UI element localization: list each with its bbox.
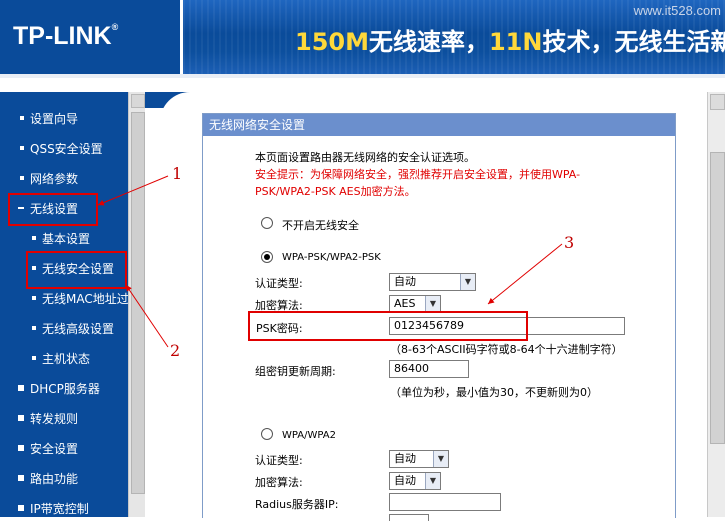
auth-type-label: 认证类型: [255,277,303,290]
intro-text: 本页面设置路由器无线网络的安全认证选项。 [255,151,475,164]
enc2-label: 加密算法: [255,476,303,489]
banner-slogan: 150M无线速率，11N技术，无线生活新 [295,28,725,56]
radio-wpa[interactable] [261,428,273,440]
highlight-box-psk [248,311,528,341]
bullet-icon [20,116,24,120]
sidebar-item-security[interactable]: 安全设置 [0,437,128,459]
renew-hint: （单位为秒，最小值为30，不更新则为0） [390,386,598,399]
sidebar-item-setup-wizard[interactable]: 设置向导 [0,107,128,129]
scroll-up-icon[interactable] [131,94,145,108]
plus-icon [18,385,24,391]
sidebar-item-bandwidth[interactable]: IP带宽控制 [0,497,128,517]
banner: 150M无线速率，11N技术，无线生活新 www.it528.com [183,0,725,74]
radio-no-security[interactable] [261,217,273,229]
chevron-down-icon: ▼ [425,473,440,489]
plus-icon [18,415,24,421]
psk-hint: （8-63个ASCII码字符或8-64个十六进制字符） [390,343,623,356]
chevron-down-icon: ▼ [433,451,448,467]
bullet-icon [32,326,36,330]
scrollbar-thumb[interactable] [131,112,145,494]
group-key-renew-input[interactable]: 86400 [389,360,469,378]
radius-ip-label: Radius服务器IP: [255,498,339,511]
sidebar-item-routing[interactable]: 路由功能 [0,467,128,489]
plus-icon [18,505,24,511]
sidebar-item-network[interactable]: 网络参数 [0,167,128,189]
watermark: www.it528.com [633,3,721,18]
chevron-down-icon: ▼ [460,274,475,290]
sidebar-item-qss[interactable]: QSS安全设置 [0,137,128,159]
sidebar-item-wireless-basic[interactable]: 基本设置 [0,227,128,249]
radio-wpa-psk[interactable] [261,251,273,263]
plus-icon [18,445,24,451]
bullet-icon [32,356,36,360]
sidebar-item-host-status[interactable]: 主机状态 [0,347,128,369]
main-scrollbar[interactable] [707,92,725,517]
scrollbar-thumb[interactable] [710,152,725,444]
highlight-box-wireless-security [26,251,127,289]
logo-area: TP-LINK® [0,0,180,77]
chevron-down-icon: ▼ [425,296,440,312]
enc2-select[interactable]: 自动 ▼ [389,472,441,490]
warning-line2: PSK/WPA2-PSK AES加密方法。 [255,185,416,198]
annotation-1: 1 [172,164,183,183]
annotation-2: 2 [170,341,181,360]
radio-wpa-psk-label: WPA-PSK/WPA2-PSK [282,252,381,263]
auth2-type-label: 认证类型: [255,454,303,467]
sidebar-item-wireless-mac-filter[interactable]: 无线MAC地址过滤 [0,287,128,309]
group-key-renew-label: 组密钥更新周期: [255,365,336,378]
bullet-icon [32,296,36,300]
scroll-up-icon[interactable] [710,94,725,110]
radio-no-security-label: 不开启无线安全 [282,219,359,232]
radius-ip-input[interactable] [389,493,501,511]
tp-link-logo: TP-LINK® [13,22,119,50]
sidebar-scrollbar[interactable] [128,92,145,517]
panel-title: 无线网络安全设置 [203,114,675,136]
radio-wpa-label: WPA/WPA2 [282,430,336,441]
sidebar-item-wireless-advanced[interactable]: 无线高级设置 [0,317,128,339]
warning-line1: 安全提示：为保障网络安全，强烈推荐开启安全设置，并使用WPA- [255,168,581,181]
sidebar-item-dhcp[interactable]: DHCP服务器 [0,377,128,399]
auth2-type-select[interactable]: 自动 ▼ [389,450,449,468]
bullet-icon [20,176,24,180]
bullet-icon [32,236,36,240]
annotation-3: 3 [564,233,575,252]
plus-icon [18,475,24,481]
bullet-icon [20,146,24,150]
highlight-box-wireless [8,193,98,226]
auth-type-select[interactable]: 自动 ▼ [389,273,476,291]
header: TP-LINK® 150M无线速率，11N技术，无线生活新 www.it528.… [0,0,725,78]
sidebar-item-forwarding[interactable]: 转发规则 [0,407,128,429]
sidebar: 设置向导 QSS安全设置 网络参数 无线设置 基本设置 无线安全设置 无线MAC… [0,92,128,517]
